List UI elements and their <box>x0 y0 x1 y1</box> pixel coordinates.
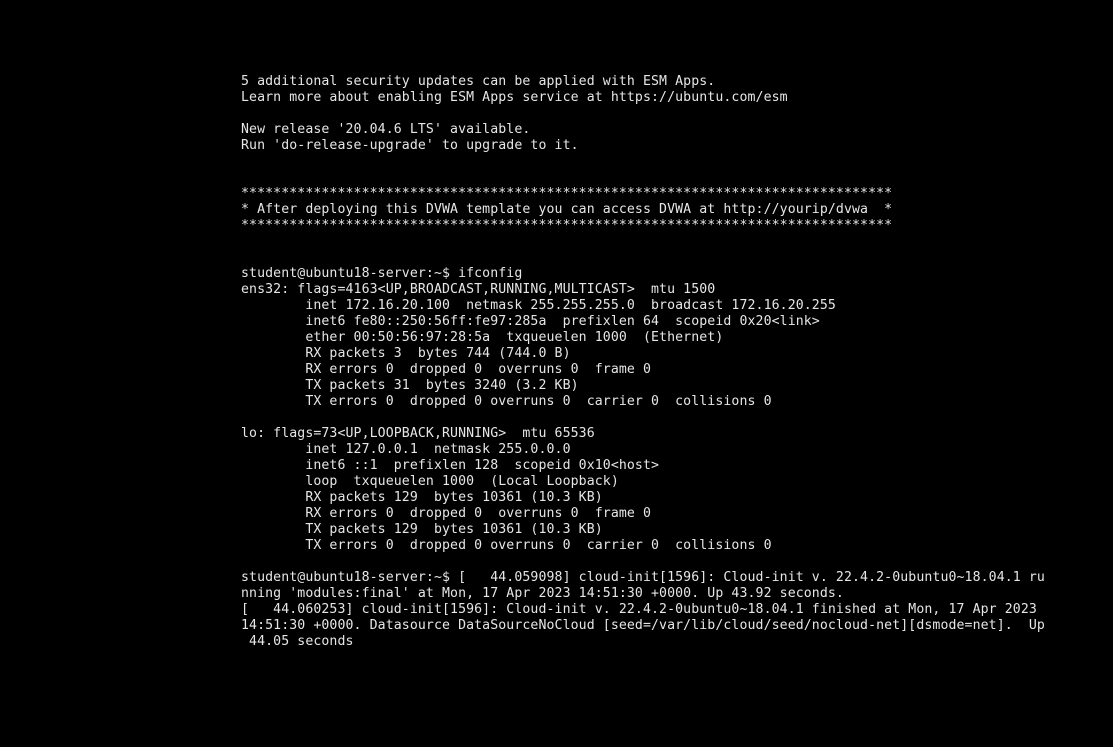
lo-rx-errors: RX errors 0 dropped 0 overruns 0 frame 0 <box>241 506 652 521</box>
cloud-init-line-5: 44.05 seconds <box>241 634 354 649</box>
lo-inet: inet 127.0.0.1 netmask 255.0.0.0 <box>241 442 571 457</box>
ens32-inet6: inet6 fe80::250:56ff:fe97:285a prefixlen… <box>241 314 820 329</box>
motd-esm-learn-more: Learn more about enabling ESM Apps servi… <box>241 90 788 105</box>
cloud-init-line-3: [ 44.060253] cloud-init[1596]: Cloud-ini… <box>241 602 1037 617</box>
ens32-ether: ether 00:50:56:97:28:5a txqueuelen 1000 … <box>241 330 724 345</box>
banner-message: * After deploying this DVWA template you… <box>241 202 893 217</box>
lo-tx-packets: TX packets 129 bytes 10361 (10.3 KB) <box>241 522 603 537</box>
motd-release-available: New release '20.04.6 LTS' available. <box>241 122 531 137</box>
banner-bottom-border: ****************************************… <box>241 218 893 233</box>
lo-inet6: inet6 ::1 prefixlen 128 scopeid 0x10<hos… <box>241 458 660 473</box>
ens32-tx-errors: TX errors 0 dropped 0 overruns 0 carrier… <box>241 394 772 409</box>
ens32-rx-errors: RX errors 0 dropped 0 overruns 0 frame 0 <box>241 362 652 377</box>
ens32-inet: inet 172.16.20.100 netmask 255.255.255.0… <box>241 298 836 313</box>
terminal-console[interactable]: 5 additional security updates can be app… <box>241 74 1101 650</box>
lo-tx-errors: TX errors 0 dropped 0 overruns 0 carrier… <box>241 538 772 553</box>
ens32-tx-packets: TX packets 31 bytes 3240 (3.2 KB) <box>241 378 579 393</box>
shell-prompt-ifconfig: student@ubuntu18-server:~$ ifconfig <box>241 266 523 281</box>
cloud-init-line-1: student@ubuntu18-server:~$ [ 44.059098] … <box>241 570 1045 585</box>
lo-header: lo: flags=73<UP,LOOPBACK,RUNNING> mtu 65… <box>241 426 595 441</box>
lo-loop: loop txqueuelen 1000 (Local Loopback) <box>241 474 619 489</box>
ens32-rx-packets: RX packets 3 bytes 744 (744.0 B) <box>241 346 571 361</box>
banner-top-border: ****************************************… <box>241 186 893 201</box>
motd-release-upgrade: Run 'do-release-upgrade' to upgrade to i… <box>241 138 579 153</box>
motd-esm-updates: 5 additional security updates can be app… <box>241 74 716 89</box>
cloud-init-line-2: nning 'modules:final' at Mon, 17 Apr 202… <box>241 586 844 601</box>
lo-rx-packets: RX packets 129 bytes 10361 (10.3 KB) <box>241 490 603 505</box>
ens32-header: ens32: flags=4163<UP,BROADCAST,RUNNING,M… <box>241 282 716 297</box>
cloud-init-line-4: 14:51:30 +0000. Datasource DataSourceNoC… <box>241 618 1045 633</box>
